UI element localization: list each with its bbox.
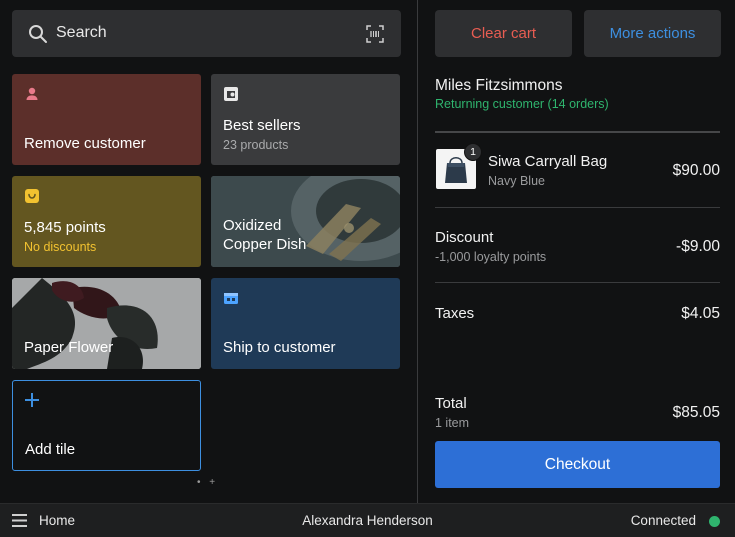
tile-subtitle: No discounts <box>24 240 97 254</box>
tile-product-oxidized-copper-dish[interactable]: Oxidized Copper Dish <box>211 176 400 267</box>
menu-icon[interactable] <box>12 514 27 527</box>
plus-icon <box>25 393 39 407</box>
total-item-count: 1 item <box>435 416 470 430</box>
tile-title: Best sellers <box>223 117 301 134</box>
divider <box>435 282 720 283</box>
connection-status-dot <box>709 516 720 527</box>
connection-status: Connected <box>630 513 696 528</box>
tile-title-line2: Copper Dish <box>223 236 307 253</box>
taxes-value: $4.05 <box>681 305 720 322</box>
search-input[interactable]: Search <box>56 24 107 42</box>
customer-name[interactable]: Miles Fitzsimmons <box>435 77 562 95</box>
current-user: Alexandra Henderson <box>302 513 433 528</box>
loyalty-icon <box>25 189 39 203</box>
discount-label: Discount <box>435 229 494 246</box>
checkout-button[interactable]: Checkout <box>435 441 720 488</box>
discount-value: -$9.00 <box>676 238 720 255</box>
tile-title-line1: Oxidized <box>223 217 282 234</box>
tile-title: Add tile <box>25 441 76 458</box>
tiles-pane: Search Remove customer Best sellers 23 p… <box>0 0 417 503</box>
tile-title: Ship to customer <box>223 339 336 356</box>
discount-detail: -1,000 loyalty points <box>435 250 547 264</box>
taxes-label: Taxes <box>435 305 475 322</box>
tile-title: Remove customer <box>24 135 146 152</box>
divider <box>435 131 720 133</box>
collection-icon <box>224 87 238 101</box>
item-price: $90.00 <box>672 162 720 179</box>
quantity-badge: 1 <box>464 143 482 161</box>
person-icon <box>26 87 38 100</box>
home-link[interactable]: Home <box>39 513 75 528</box>
total-label: Total <box>435 395 467 412</box>
tile-title: 5,845 points <box>24 219 106 236</box>
pos-app: Search Remove customer Best sellers 23 p… <box>0 0 735 537</box>
tile-product-paper-flower[interactable]: Paper Flower <box>12 278 201 369</box>
clear-cart-button[interactable]: Clear cart <box>435 10 572 57</box>
item-variant: Navy Blue <box>488 174 545 188</box>
cart-pane: Clear cart More actions Miles Fitzsimmon… <box>418 0 735 503</box>
tile-remove-customer[interactable]: Remove customer <box>12 74 201 165</box>
divider <box>435 207 720 208</box>
tile-add[interactable]: Add tile <box>12 380 201 471</box>
tile-loyalty-points[interactable]: 5,845 points No discounts <box>12 176 201 267</box>
tile-ship-to-customer[interactable]: Ship to customer <box>211 278 400 369</box>
search-icon <box>29 25 47 43</box>
tile-title: Paper Flower <box>24 339 114 356</box>
more-actions-button[interactable]: More actions <box>584 10 721 57</box>
barcode-scan-icon[interactable] <box>366 25 384 43</box>
tile-best-sellers[interactable]: Best sellers 23 products <box>211 74 400 165</box>
search-bar[interactable]: Search <box>12 10 401 57</box>
page-indicator[interactable]: • + <box>197 477 218 488</box>
total-value: $85.05 <box>672 404 720 421</box>
bottom-bar: Home Alexandra Henderson Connected <box>0 503 735 537</box>
tile-subtitle: 23 products <box>223 138 289 152</box>
item-name: Siwa Carryall Bag <box>488 153 608 170</box>
shipping-icon <box>224 293 238 304</box>
customer-status: Returning customer (14 orders) <box>435 97 609 111</box>
